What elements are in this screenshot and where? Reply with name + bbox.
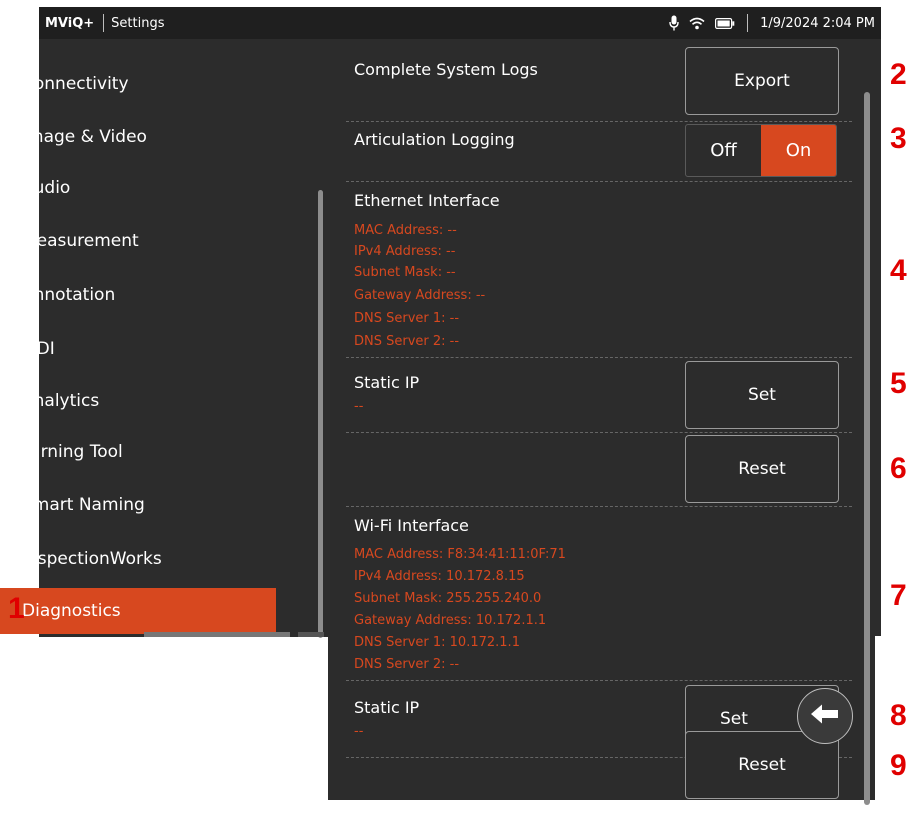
sidebar-item-image-video[interactable]: Image & Video: [0, 110, 276, 164]
datetime: 1/9/2024 2:04 PM: [760, 15, 875, 31]
wifi-ipv4: IPv4 Address: 10.172.8.15: [354, 569, 525, 584]
ethernet-static-ip-title: Static IP: [354, 373, 420, 392]
app-name: MViQ+: [45, 15, 95, 31]
ethernet-interface-title: Ethernet Interface: [354, 191, 500, 210]
ethernet-set-button[interactable]: Set: [685, 361, 839, 429]
sidebar-item-mdi[interactable]: MDI: [0, 322, 276, 376]
status-right: 1/9/2024 2:04 PM: [669, 14, 881, 32]
battery-icon: [715, 17, 735, 29]
wifi-static-ip-title: Static IP: [354, 698, 420, 717]
export-button[interactable]: Export: [685, 47, 839, 115]
wifi-static-ip-value: --: [354, 724, 364, 739]
articulation-logging-toggle[interactable]: Off On: [685, 124, 837, 177]
status-bar: MViQ+ Settings 1/9/2024 2:04 PM: [39, 7, 881, 39]
ethernet-mac: MAC Address: --: [354, 223, 457, 238]
toggle-on-option[interactable]: On: [761, 125, 836, 176]
ethernet-ipv4: IPv4 Address: --: [354, 244, 456, 259]
sidebar-item-analytics[interactable]: Analytics: [0, 374, 276, 428]
callout-9: 9: [890, 749, 907, 782]
divider: [346, 680, 852, 681]
ethernet-reset-button[interactable]: Reset: [685, 435, 839, 503]
sidebar-item-inspectionworks[interactable]: InspectionWorks: [0, 532, 276, 586]
callout-3: 3: [890, 122, 907, 155]
callout-2: 2: [890, 58, 907, 91]
divider: [346, 121, 852, 122]
ethernet-subnet: Subnet Mask: --: [354, 265, 456, 280]
bottom-indicator: [298, 632, 324, 637]
sidebar-item-turning-tool[interactable]: Turning Tool: [0, 425, 276, 479]
sidebar-item-annotation[interactable]: Annotation: [0, 268, 276, 322]
ethernet-dns1: DNS Server 1: --: [354, 311, 460, 326]
wifi-icon: [689, 17, 705, 30]
ethernet-static-ip-value: --: [354, 399, 364, 414]
callout-5: 5: [890, 367, 907, 400]
wifi-mac: MAC Address: F8:34:41:11:0F:71: [354, 547, 566, 562]
ethernet-gateway: Gateway Address: --: [354, 288, 486, 303]
bottom-indicator: [144, 632, 290, 637]
divider: [346, 506, 852, 507]
wifi-subnet: Subnet Mask: 255.255.240.0: [354, 591, 542, 606]
status-divider: [747, 14, 749, 32]
system-logs-title: Complete System Logs: [354, 60, 538, 79]
wifi-gateway: Gateway Address: 10.172.1.1: [354, 613, 547, 628]
callout-7: 7: [890, 579, 907, 612]
sidebar-item-connectivity[interactable]: Connectivity: [0, 57, 276, 111]
sidebar-item-measurement[interactable]: Measurement: [0, 214, 276, 268]
sidebar-item-audio[interactable]: Audio: [0, 161, 276, 215]
wifi-dns2: DNS Server 2: --: [354, 657, 460, 672]
microphone-icon: [669, 15, 679, 31]
wifi-dns1: DNS Server 1: 10.172.1.1: [354, 635, 520, 650]
arrow-left-icon: [810, 703, 840, 729]
articulation-logging-title: Articulation Logging: [354, 130, 515, 149]
callout-1: 1: [8, 592, 25, 625]
sidebar-item-diagnostics[interactable]: Diagnostics: [0, 588, 276, 634]
callout-4: 4: [890, 254, 907, 287]
callout-6: 6: [890, 452, 907, 485]
divider: [346, 432, 852, 433]
diagnostics-scrollbar[interactable]: [864, 92, 870, 805]
ethernet-dns2: DNS Server 2: --: [354, 334, 460, 349]
toggle-off-option[interactable]: Off: [686, 125, 761, 176]
back-button[interactable]: [797, 688, 853, 744]
divider: [346, 181, 852, 182]
wifi-interface-title: Wi-Fi Interface: [354, 516, 469, 535]
screen-title: Settings: [111, 15, 165, 31]
sidebar-item-smart-naming[interactable]: Smart Naming: [0, 478, 276, 532]
sidebar-scrollbar[interactable]: [318, 190, 323, 638]
divider: [346, 357, 852, 358]
status-divider: [103, 14, 105, 32]
callout-8: 8: [890, 699, 907, 732]
